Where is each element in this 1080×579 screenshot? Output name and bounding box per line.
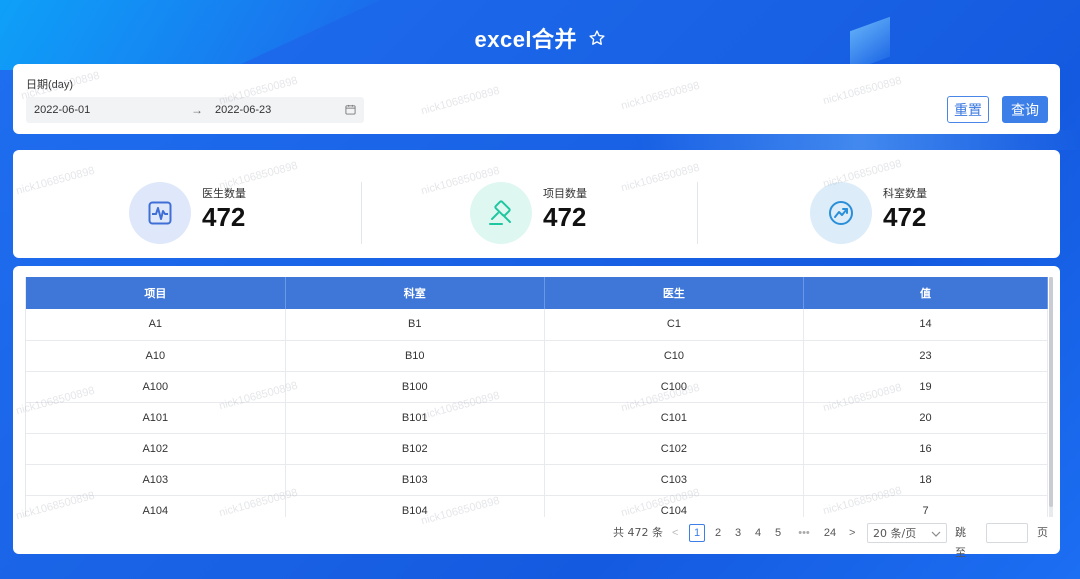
- stat-icon-circle: [810, 182, 872, 244]
- stat-label: 项目数量: [543, 187, 587, 200]
- chevron-down-icon: [931, 531, 941, 537]
- date-range-picker[interactable]: 2022-06-01 → 2022-06-23: [26, 97, 364, 123]
- table-cell: 20: [803, 402, 1048, 434]
- table-cell: B102: [285, 433, 545, 465]
- stat-icon-circle: [470, 182, 532, 244]
- stat-divider: [697, 182, 698, 244]
- page-title: excel合并: [474, 27, 578, 52]
- table-cell: A104: [26, 495, 286, 517]
- vertical-scrollbar[interactable]: [1049, 277, 1053, 517]
- stat-value: 472: [202, 202, 246, 232]
- pagination-next-button[interactable]: >: [849, 523, 855, 543]
- table-row: A10 B10 C10 23: [26, 340, 1048, 372]
- reset-button[interactable]: 重置: [947, 96, 989, 123]
- page-unit-label: 页: [1037, 526, 1048, 539]
- table-cell: C10: [544, 340, 805, 372]
- jump-to-label: 跳至: [955, 526, 966, 559]
- table-cell: B104: [285, 495, 545, 517]
- table-header-row: 项目 科室 医生 值: [26, 277, 1048, 309]
- table-cell: C103: [544, 464, 805, 496]
- table-cell: 18: [803, 464, 1048, 496]
- page-header: excel合并: [0, 22, 1080, 54]
- pagination-page-3[interactable]: 3: [730, 523, 746, 543]
- calendar-icon[interactable]: [345, 104, 356, 115]
- data-table: 项目 科室 医生 值 A1 B1 C1 14 A10 B10 C10 23 A100 B100…: [26, 277, 1048, 517]
- table-cell: 14: [803, 309, 1048, 341]
- pagination-page-1[interactable]: 1: [689, 524, 705, 542]
- table-cell: 23: [803, 340, 1048, 372]
- column-header-project[interactable]: 项目: [26, 277, 286, 309]
- end-date-input[interactable]: 2022-06-23: [215, 104, 271, 116]
- table-cell: A103: [26, 464, 286, 496]
- trend-up-icon: [829, 201, 853, 225]
- pagination-prev-button[interactable]: <: [672, 523, 678, 543]
- table-cell: B103: [285, 464, 545, 496]
- table-cell: A10: [26, 340, 286, 372]
- table-row: A104 B104 C104 7: [26, 495, 1048, 517]
- table-cell: A102: [26, 433, 286, 465]
- column-header-value[interactable]: 值: [803, 277, 1048, 309]
- table-row: A103 B103 C103 18: [26, 464, 1048, 496]
- table-cell: C102: [544, 433, 805, 465]
- table-cell: C104: [544, 495, 805, 517]
- table-cell: A100: [26, 371, 286, 403]
- pagination-ellipsis[interactable]: •••: [793, 523, 815, 543]
- page-size-select[interactable]: 20 条/页: [867, 523, 947, 543]
- table-cell: A1: [26, 309, 286, 341]
- table-cell: A101: [26, 402, 286, 434]
- stat-icon-circle: [129, 182, 191, 244]
- query-button[interactable]: 查询: [1002, 96, 1048, 123]
- table-cell: 16: [803, 433, 1048, 465]
- table-cell: C100: [544, 371, 805, 403]
- filter-panel: 日期(day) 2022-06-01 → 2022-06-23 重置 查询: [13, 64, 1060, 134]
- pagination-total: 共 472 条: [613, 526, 663, 539]
- date-label: 日期(day): [26, 79, 74, 91]
- stat-value: 472: [543, 202, 587, 232]
- stat-value: 472: [883, 202, 927, 232]
- start-date-input[interactable]: 2022-06-01: [34, 104, 90, 116]
- date-range-arrow: →: [191, 103, 203, 117]
- table-cell: B1: [285, 309, 545, 341]
- stat-label: 医生数量: [202, 187, 246, 200]
- table-cell: B10: [285, 340, 545, 372]
- pagination-page-4[interactable]: 4: [750, 523, 766, 543]
- table-cell: 19: [803, 371, 1048, 403]
- table-row: A101 B101 C101 20: [26, 402, 1048, 434]
- scrollbar-thumb[interactable]: [1049, 277, 1053, 507]
- data-table-scroll[interactable]: 项目 科室 医生 值 A1 B1 C1 14 A10 B10 C10 23 A100 B100…: [25, 277, 1049, 517]
- stat-divider: [361, 182, 362, 244]
- jump-to-page-input[interactable]: [986, 523, 1028, 543]
- table-row: A100 B100 C100 19: [26, 371, 1048, 403]
- pagination-page-last[interactable]: 24: [820, 523, 840, 543]
- table-cell: C101: [544, 402, 805, 434]
- stats-panel: 医生数量 472 项目数量 472 科室数量 472: [13, 150, 1060, 258]
- table-cell: B101: [285, 402, 545, 434]
- pagination-page-2[interactable]: 2: [710, 523, 726, 543]
- pagination-page-5[interactable]: 5: [770, 523, 786, 543]
- page-size-value: 20 条/页: [873, 527, 917, 540]
- star-outline-icon[interactable]: [588, 29, 606, 47]
- stat-label: 科室数量: [883, 187, 927, 200]
- column-header-department[interactable]: 科室: [285, 277, 545, 309]
- activity-chart-icon: [148, 201, 172, 225]
- table-cell: B100: [285, 371, 545, 403]
- table-cell: 7: [803, 495, 1048, 517]
- table-row: A1 B1 C1 14: [26, 309, 1048, 341]
- table-cell: C1: [544, 309, 805, 341]
- column-header-doctor[interactable]: 医生: [544, 277, 805, 309]
- data-table-panel: 项目 科室 医生 值 A1 B1 C1 14 A10 B10 C10 23 A100 B100…: [13, 266, 1060, 559]
- table-row: A102 B102 C102 16: [26, 433, 1048, 465]
- gavel-icon: [489, 200, 511, 225]
